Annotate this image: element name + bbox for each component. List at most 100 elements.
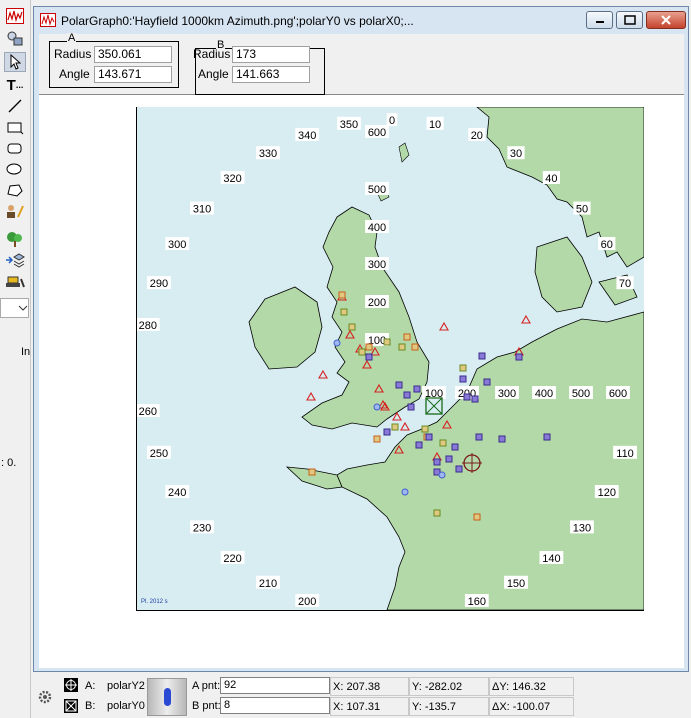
window-titlebar[interactable]: PolarGraph0:'Hayfield 1000km Azimuth.png… — [34, 7, 688, 33]
a-pnt-field[interactable]: 92 — [220, 677, 330, 694]
side-label-value: : 0. — [1, 457, 17, 469]
oval-tool-icon[interactable] — [4, 159, 26, 179]
station-marker-36[interactable] — [395, 381, 403, 389]
station-marker-47[interactable] — [498, 435, 506, 443]
station-marker-41[interactable] — [445, 455, 453, 463]
plot-area[interactable]: 350 0 10 20 30 40 50 60 70 110 120 130 140 150 160 200 2… — [39, 95, 684, 668]
station-marker-37[interactable] — [403, 391, 411, 399]
station-marker-59[interactable] — [401, 488, 409, 496]
b-pnt-field[interactable]: 8 — [220, 697, 330, 714]
angle-label-230: 230 — [193, 522, 211, 534]
azimuth-map[interactable]: 350 0 10 20 30 40 50 60 70 110 120 130 140 150 160 200 2… — [136, 107, 644, 611]
station-marker-51[interactable] — [383, 428, 391, 436]
station-marker-31[interactable] — [373, 435, 381, 443]
station-marker-39[interactable] — [413, 385, 421, 393]
station-marker-19[interactable] — [348, 323, 356, 331]
station-marker-27[interactable] — [421, 425, 429, 433]
angle-label-260: 260 — [139, 406, 157, 418]
cursor-b-angle-field[interactable]: 141.663 — [232, 66, 310, 83]
station-marker-53[interactable] — [425, 433, 433, 441]
cursor-a-label: A — [67, 32, 77, 44]
layers-icon[interactable] — [4, 250, 26, 270]
tree-icon[interactable] — [4, 229, 26, 249]
station-marker-33[interactable] — [473, 513, 481, 521]
station-marker-20[interactable] — [358, 348, 366, 356]
cursor-a-angle-field[interactable]: 143.671 — [94, 66, 172, 83]
station-marker-26[interactable] — [459, 364, 467, 372]
user-draw-icon[interactable] — [4, 201, 26, 221]
cursor-slider[interactable] — [147, 678, 187, 716]
cursor-a-angle-label: Angle — [59, 67, 90, 81]
angle-label-120: 120 — [598, 487, 616, 499]
station-marker-57[interactable] — [451, 443, 459, 451]
station-marker-13[interactable] — [439, 321, 449, 331]
station-marker-22[interactable] — [398, 343, 406, 351]
station-marker-54[interactable] — [459, 375, 467, 383]
angle-label-140: 140 — [542, 553, 560, 565]
station-marker-50[interactable] — [365, 353, 373, 361]
station-marker-32[interactable] — [308, 468, 316, 476]
angle-label-350: 350 — [340, 119, 358, 131]
station-marker-43[interactable] — [463, 393, 471, 401]
radius-label-8: 300 — [498, 388, 516, 400]
bulldozer-icon[interactable] — [4, 271, 26, 291]
minimize-button[interactable] — [586, 11, 613, 29]
line-tool-icon[interactable] — [4, 96, 26, 116]
station-marker-44[interactable] — [471, 395, 479, 403]
polygon-tool-icon[interactable] — [4, 180, 26, 200]
station-marker-23[interactable] — [391, 423, 399, 431]
station-marker-40[interactable] — [433, 458, 441, 466]
station-marker-48[interactable] — [475, 433, 483, 441]
station-marker-61[interactable] — [373, 403, 381, 411]
angle-label-70: 70 — [619, 278, 631, 290]
graph-icon[interactable] — [4, 6, 26, 26]
side-dropdown[interactable] — [0, 298, 29, 318]
arrow-select-icon[interactable] — [4, 52, 26, 72]
angle-label-40: 40 — [545, 173, 557, 185]
minimize-icon — [595, 21, 604, 23]
rounded-rect-tool-icon[interactable] — [4, 138, 26, 158]
station-marker-35[interactable] — [338, 291, 346, 299]
station-marker-58[interactable] — [333, 339, 341, 347]
station-marker-46[interactable] — [483, 378, 491, 386]
cursor-b-radius-field[interactable]: 173 — [232, 46, 310, 63]
map-logo: Pl. 2012 s — [141, 599, 168, 605]
shapes-tool-icon[interactable] — [4, 28, 26, 48]
angle-label-280: 280 — [139, 320, 157, 332]
station-marker-21[interactable] — [383, 338, 391, 346]
station-marker-30[interactable] — [365, 343, 373, 351]
station-marker-38[interactable] — [407, 403, 415, 411]
station-marker-15[interactable] — [306, 391, 316, 401]
cursor-a-radius-label: Radius — [54, 47, 92, 61]
slider-knob[interactable] — [164, 688, 171, 706]
station-marker-25[interactable] — [433, 509, 441, 517]
cursor-b-marker[interactable] — [425, 397, 443, 415]
map-drawing: 350 0 10 20 30 40 50 60 70 110 120 130 140 150 160 200 2… — [137, 107, 644, 610]
station-marker-55[interactable] — [543, 433, 551, 441]
polar-graph-window: PolarGraph0:'Hayfield 1000km Azimuth.png… — [33, 6, 689, 672]
a-pnt-label: A pnt: — [192, 680, 221, 692]
maximize-button[interactable] — [616, 11, 643, 29]
station-marker-28[interactable] — [403, 333, 411, 341]
station-marker-42[interactable] — [455, 465, 463, 473]
station-marker-24[interactable] — [439, 439, 447, 447]
cursor-b-symbol-icon — [64, 699, 78, 713]
rectangle-tool-icon[interactable] — [4, 117, 26, 137]
station-marker-18[interactable] — [340, 308, 348, 316]
text-tool-icon[interactable]: T... — [4, 75, 26, 95]
cursor-a-radius-field[interactable]: 350.061 — [94, 46, 172, 63]
station-marker-60[interactable] — [438, 471, 446, 479]
angle-label-150: 150 — [507, 578, 525, 590]
station-marker-45[interactable] — [478, 352, 486, 360]
angle-label-10: 10 — [429, 119, 441, 131]
cursor-a-box: A Radius 350.061 Angle 143.671 — [49, 33, 179, 88]
station-marker-29[interactable] — [411, 343, 419, 351]
gear-icon[interactable] — [37, 689, 53, 705]
station-marker-56[interactable] — [515, 353, 523, 361]
angle-label-60: 60 — [601, 239, 613, 251]
station-marker-12[interactable] — [521, 314, 531, 324]
station-marker-52[interactable] — [415, 441, 423, 449]
close-button[interactable] — [646, 11, 686, 29]
station-marker-9[interactable] — [318, 369, 328, 379]
station-marker-8[interactable] — [400, 421, 410, 431]
